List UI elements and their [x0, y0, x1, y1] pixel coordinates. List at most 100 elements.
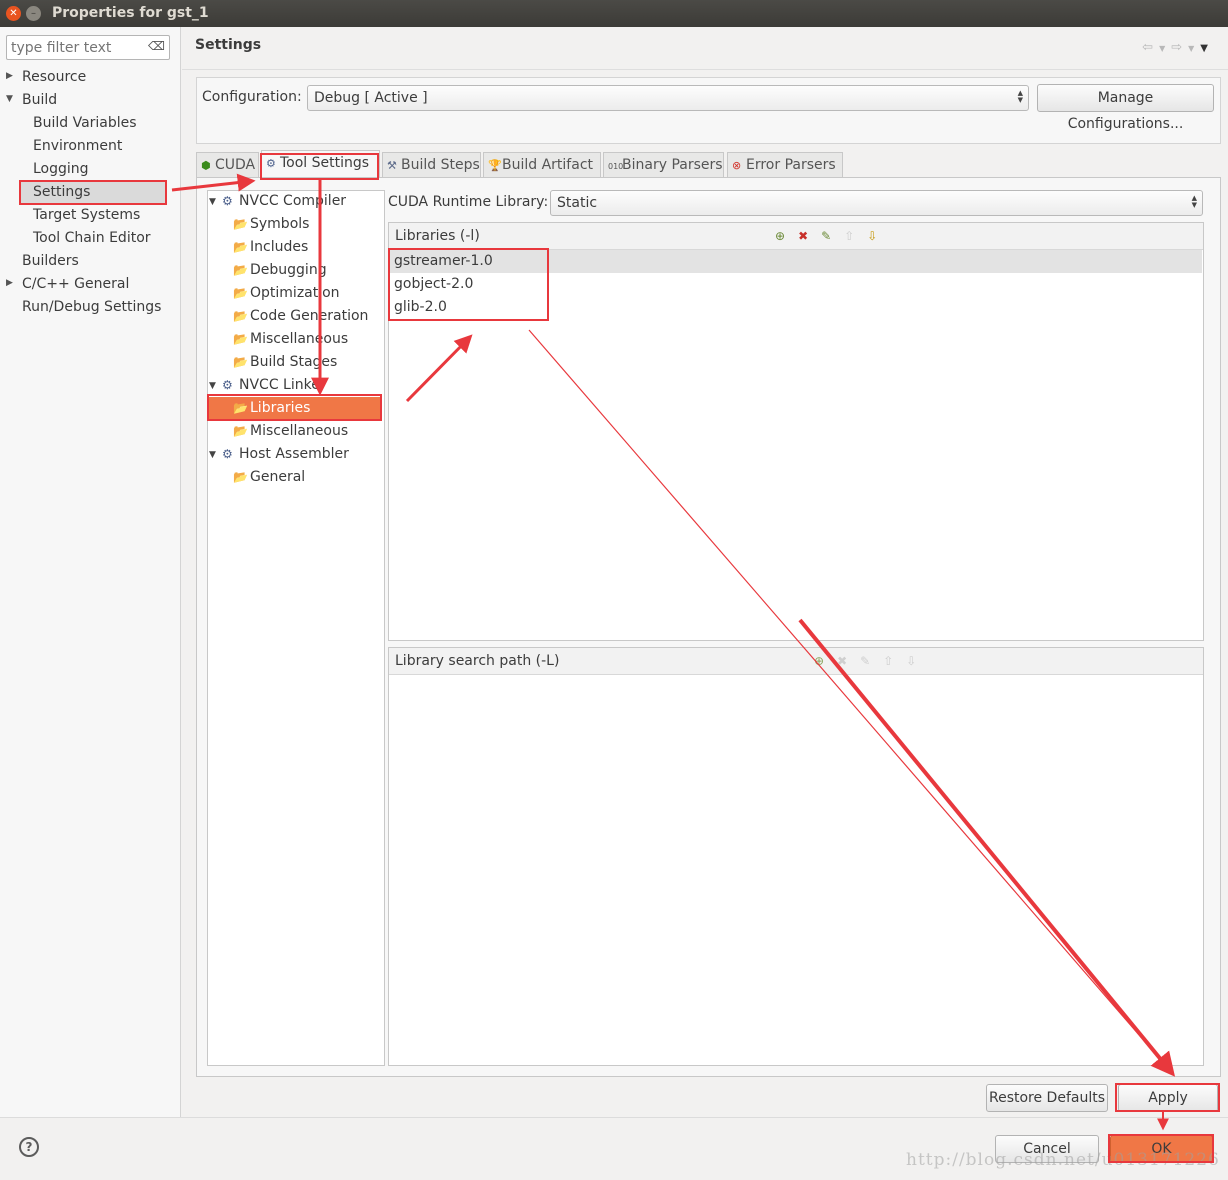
minimize-icon[interactable]: –: [26, 6, 41, 21]
tree-item-nvcc-compiler[interactable]: ⚙ NVCC Compiler: [222, 190, 346, 212]
tree-item-label: NVCC Linker: [239, 377, 326, 393]
nav-item-run-debug-settings[interactable]: Run/Debug Settings: [22, 296, 161, 318]
option-category-icon: 📂: [233, 401, 248, 415]
option-category-icon: 📂: [233, 424, 248, 438]
clear-filter-icon[interactable]: ⌫: [148, 39, 165, 53]
collapse-arrow-icon[interactable]: ▼: [6, 94, 13, 104]
title-bar: ✕ – Properties for gst_1: [0, 0, 1228, 27]
tree-item-label: Optimization: [250, 285, 340, 301]
configuration-select[interactable]: Debug [ Active ] ▲ ▼: [307, 85, 1029, 111]
tree-item-optimization[interactable]: 📂 Optimization: [233, 282, 340, 304]
help-icon[interactable]: ?: [19, 1137, 39, 1157]
apply-button[interactable]: Apply: [1118, 1084, 1218, 1112]
tree-item-includes[interactable]: 📂 Includes: [233, 236, 308, 258]
restore-defaults-button[interactable]: Restore Defaults: [986, 1084, 1108, 1112]
nav-item-logging[interactable]: Logging: [33, 158, 89, 180]
tree-item-miscellaneous[interactable]: 📂 Miscellaneous: [233, 328, 348, 350]
move-up-icon[interactable]: ⇧: [883, 654, 906, 668]
delete-icon[interactable]: ✖: [837, 654, 860, 668]
move-down-icon[interactable]: ⇩: [867, 229, 890, 243]
expand-arrow-icon[interactable]: ▶: [6, 278, 13, 288]
page-header: Settings ⇦▼⇨▼▼: [182, 27, 1228, 70]
option-category-icon: 📂: [233, 217, 248, 231]
filter-input[interactable]: [7, 36, 145, 59]
tab-label: Build Artifact: [502, 157, 593, 173]
libraries-toolbar: ⊕✖✎⇧⇩: [775, 229, 890, 243]
tab-error-parsers[interactable]: ⊗ Error Parsers: [727, 152, 843, 178]
tab-build-artifact[interactable]: 🏆Build Artifact: [483, 152, 601, 178]
expand-arrow-icon[interactable]: ▶: [6, 71, 13, 81]
build-artifact-icon: 🏆: [488, 159, 502, 172]
tab-label: Error Parsers: [746, 157, 836, 173]
back-arrow-icon[interactable]: ⇦: [1142, 40, 1159, 55]
library-search-path-toolbar: ⊕✖✎⇧⇩: [814, 654, 929, 668]
error-parsers-icon: ⊗: [732, 159, 742, 172]
move-down-icon[interactable]: ⇩: [906, 654, 929, 668]
option-category-icon: 📂: [233, 240, 248, 254]
tab-label: Tool Settings: [280, 155, 370, 171]
add-icon[interactable]: ⊕: [775, 229, 798, 243]
configuration-label: Configuration:: [202, 89, 302, 105]
nav-item-cpp-general[interactable]: C/C++ General: [22, 273, 129, 295]
forward-menu-icon[interactable]: ▼: [1188, 44, 1200, 53]
manage-configurations-button[interactable]: Manage Configurations...: [1037, 84, 1214, 132]
edit-icon[interactable]: ✎: [860, 654, 883, 668]
tool-settings-icon: ⚙: [266, 157, 276, 170]
tree-item-build-stages[interactable]: 📂 Build Stages: [233, 351, 337, 373]
collapse-arrow-icon[interactable]: ▼: [209, 197, 216, 207]
tree-item-debugging[interactable]: 📂 Debugging: [233, 259, 327, 281]
edit-icon[interactable]: ✎: [821, 229, 844, 243]
list-item[interactable]: gstreamer-1.0: [390, 250, 1202, 273]
add-icon[interactable]: ⊕: [814, 654, 837, 668]
nav-item-settings[interactable]: Settings: [21, 181, 166, 203]
tree-item-label: Code Generation: [250, 308, 369, 324]
close-icon[interactable]: ✕: [6, 6, 21, 21]
history-nav: ⇦▼⇨▼▼: [1142, 40, 1214, 55]
tab-label: CUDA: [215, 157, 256, 173]
delete-icon[interactable]: ✖: [798, 229, 821, 243]
tree-item-code-generation[interactable]: 📂 Code Generation: [233, 305, 368, 327]
libraries-title: Libraries (-l): [395, 228, 480, 244]
collapse-arrow-icon[interactable]: ▼: [209, 450, 216, 460]
runtime-value: Static: [557, 195, 598, 211]
nav-item-environment[interactable]: Environment: [33, 135, 122, 157]
nav-item-tool-chain-editor[interactable]: Tool Chain Editor: [33, 227, 151, 249]
list-item[interactable]: gobject-2.0: [390, 273, 1202, 296]
view-menu-icon[interactable]: ▼: [1200, 43, 1214, 54]
runtime-label: CUDA Runtime Library:: [388, 194, 549, 210]
tab-label: Build Steps: [401, 157, 480, 173]
list-item[interactable]: glib-2.0: [390, 296, 1202, 319]
tab-binary-parsers[interactable]: 010Binary Parsers: [603, 152, 724, 178]
page-title: Settings: [195, 37, 262, 53]
tree-item-libraries[interactable]: 📂 Libraries: [209, 397, 382, 419]
tree-item-label: Miscellaneous: [250, 331, 349, 347]
move-up-icon[interactable]: ⇧: [844, 229, 867, 243]
tree-item-symbols[interactable]: 📂 Symbols: [233, 213, 309, 235]
tree-item-linker-miscellaneous[interactable]: 📂 Miscellaneous: [233, 420, 348, 442]
tree-item-label: Host Assembler: [239, 446, 349, 462]
option-category-icon: 📂: [233, 286, 248, 300]
runtime-select[interactable]: Static ▲ ▼: [550, 190, 1203, 216]
tree-item-nvcc-linker[interactable]: ⚙ NVCC Linker: [222, 374, 326, 396]
collapse-arrow-icon[interactable]: ▼: [209, 381, 216, 391]
spinner-icon: ▲ ▼: [1191, 194, 1197, 209]
window-title: Properties for gst_1: [52, 5, 209, 21]
nav-item-resource[interactable]: Resource: [22, 66, 86, 88]
forward-arrow-icon[interactable]: ⇨: [1171, 40, 1188, 55]
nav-item-build[interactable]: Build: [22, 89, 57, 111]
tab-build-steps[interactable]: ⚒ Build Steps: [382, 152, 481, 178]
nav-item-builders[interactable]: Builders: [22, 250, 79, 272]
tab-cuda[interactable]: ⬢ CUDA: [196, 152, 259, 178]
nav-item-build-variables[interactable]: Build Variables: [33, 112, 137, 134]
back-menu-icon[interactable]: ▼: [1159, 44, 1171, 53]
tab-tool-settings[interactable]: ⚙ Tool Settings: [261, 150, 380, 178]
libraries-header: Libraries (-l) ⊕✖✎⇧⇩: [389, 223, 1203, 250]
option-category-icon: 📂: [233, 263, 248, 277]
nav-item-target-systems[interactable]: Target Systems: [33, 204, 140, 226]
spinner-icon: ▲ ▼: [1017, 89, 1023, 104]
tree-item-general[interactable]: 📂 General: [233, 466, 305, 488]
tree-item-host-assembler[interactable]: ⚙ Host Assembler: [222, 443, 349, 465]
filter-field[interactable]: ⌫: [6, 35, 170, 60]
tree-item-label: Includes: [250, 239, 309, 255]
tool-icon: ⚙: [222, 378, 233, 392]
